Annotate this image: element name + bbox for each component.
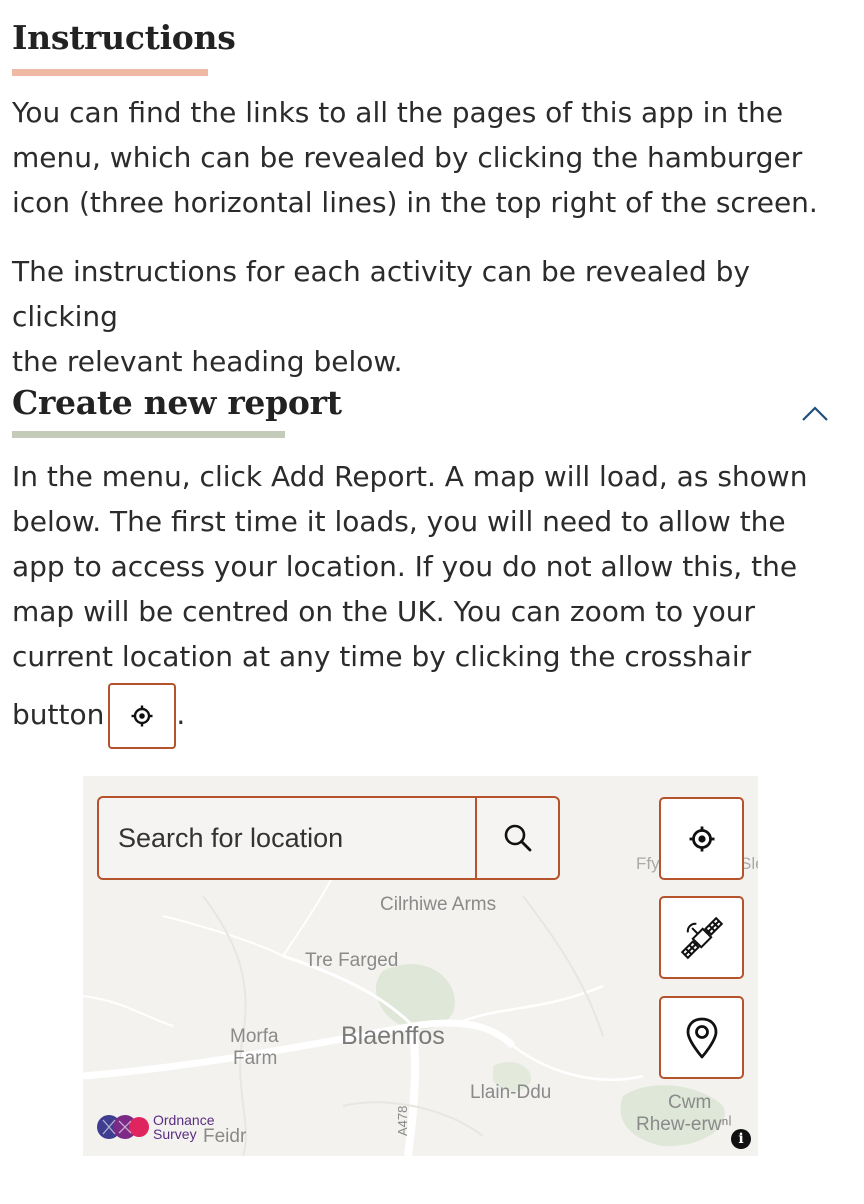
location-search [97, 796, 560, 880]
satellite-icon [680, 916, 723, 959]
place-label: Cwm [668, 1092, 712, 1113]
satellite-view-button[interactable] [659, 896, 744, 979]
instructions-heading: Instructions [12, 18, 236, 57]
search-icon [504, 824, 531, 852]
create-report-heading[interactable]: Create new report [12, 383, 342, 422]
locate-me-button[interactable] [659, 797, 744, 880]
place-label: Cilrhiwe Arms [380, 894, 497, 915]
instructions-paragraph-2: The instructions for each activity can b… [12, 255, 750, 378]
place-label: Blaenffos [341, 1022, 445, 1050]
instructions-underline [12, 69, 208, 76]
place-label: Tre Farged [305, 950, 399, 971]
crosshair-button-example [108, 683, 177, 749]
crosshair-icon [689, 826, 714, 851]
place-label: Ffy [636, 854, 660, 873]
road-label: A478 [395, 1105, 410, 1136]
os-logo-icon [97, 1115, 149, 1139]
search-button[interactable] [475, 798, 558, 878]
os-logo-text: Ordnance Survey [153, 1112, 215, 1142]
drop-pin-button[interactable] [659, 996, 744, 1079]
place-label: Llain-Ddu [470, 1082, 552, 1103]
create-report-underline [12, 431, 285, 438]
place-label: Rhew-erwⁿˡ [636, 1114, 732, 1135]
create-report-paragraph: In the menu, click Add Report. A map wil… [12, 454, 852, 749]
ordnance-survey-logo: Ordnance Survey [95, 1110, 214, 1144]
info-icon[interactable]: i [731, 1129, 751, 1149]
place-label: Morfa [230, 1026, 279, 1047]
crosshair-icon [131, 705, 153, 727]
place-label: Farm [233, 1048, 278, 1069]
search-input[interactable] [99, 798, 475, 878]
instructions-paragraph-1: You can find the links to all the pages … [12, 96, 818, 219]
map-screenshot: Cilrhiwe Arms Tre Farged Morfa Farm Blae… [83, 776, 758, 1156]
map-pin-icon [686, 1017, 717, 1058]
chevron-up-icon[interactable] [800, 402, 830, 424]
